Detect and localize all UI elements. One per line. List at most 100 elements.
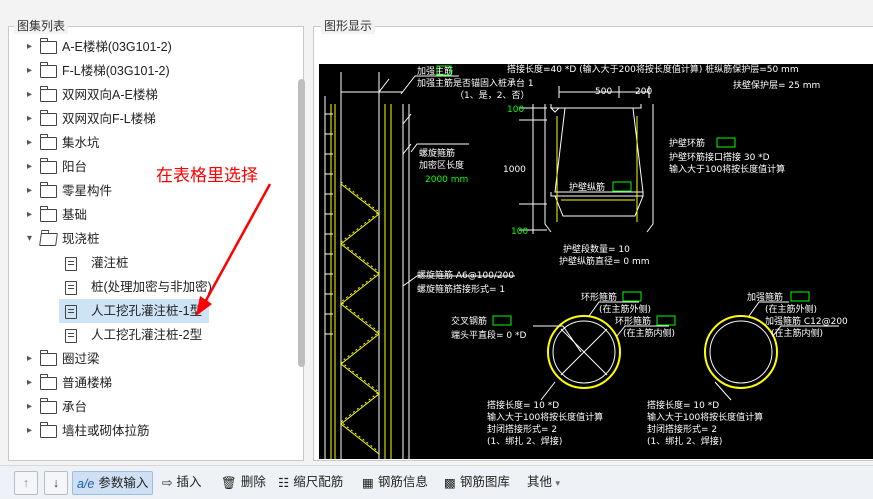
input-ring-inner[interactable] (656, 315, 676, 326)
text-cross-bar-end: 端头平直段= 0 *D (451, 329, 526, 341)
insert-button[interactable]: ⇨ 插入 (162, 471, 202, 493)
spiral-stirrup (330, 104, 392, 459)
tree-item-label: 基础 (62, 208, 88, 222)
chevron-right-icon[interactable]: ▸ (27, 395, 37, 419)
dim-100-top: 100 (507, 105, 524, 115)
folder-icon (39, 134, 57, 150)
chevron-down-icon[interactable]: ▾ (27, 227, 37, 251)
tree-item-label: 集水坑 (62, 136, 100, 150)
text-ring-inner-note: (在主筋内侧) (623, 327, 675, 339)
trash-icon: 🗑 (221, 475, 237, 490)
text-right-lap-note: 输入大于100将按长度值计算 (647, 411, 763, 423)
delete-button[interactable]: 🗑 删除 (221, 471, 266, 493)
scale-rebar-button[interactable]: ☷ 缩尺配筋 (278, 471, 343, 493)
dim-1000: 1000 (503, 165, 526, 175)
chevron-right-icon[interactable]: ▸ (27, 131, 37, 155)
tree-item[interactable]: ▸ A-E楼梯(03G101-2) (9, 35, 289, 59)
insert-label: 插入 (176, 475, 202, 489)
rebar-info-button[interactable]: ▦ 钢筋信息 (362, 471, 428, 493)
graphic-display-title: 图形显示 (321, 17, 376, 34)
tree-item-label: A-E楼梯(03G101-2) (62, 40, 172, 54)
text-wall-diameter: 护壁纵筋直径= 0 mm (559, 255, 650, 267)
folder-icon (39, 374, 57, 390)
pile-rebar-drawing[interactable]: 加强主筋 加强主筋是否锚固入桩承台 1 （1、是，2、否） 搭接长度=40 *D… (319, 64, 873, 459)
folder-icon (39, 62, 57, 78)
chevron-right-icon[interactable]: ▸ (27, 179, 37, 203)
text-cross-bar: 交叉钢筋 (451, 315, 487, 327)
tree-item[interactable]: ▸ 集水坑 (9, 131, 289, 155)
dim-500: 500 (595, 87, 612, 97)
folder-icon (39, 398, 57, 414)
folder-icon (39, 350, 57, 366)
param-input-label: 参数输入 (98, 476, 149, 490)
text-wall-cover: 扶壁保护层= 25 mm (733, 79, 820, 91)
text-wall-count: 护壁段数量= 10 (563, 243, 630, 255)
tree-item[interactable]: ▸ 双网双向A-E楼梯 (9, 83, 289, 107)
tree-item-label: 阳台 (62, 160, 88, 174)
chevron-right-icon[interactable]: ▸ (27, 347, 37, 371)
elevation-ticks (325, 78, 412, 459)
param-input-button[interactable]: a/e 参数输入 (72, 471, 154, 495)
tree-item[interactable]: ▸ F-L楼梯(03G101-2) (9, 59, 289, 83)
text-ring-inner: 环形箍筋 (615, 315, 651, 327)
text-wall-longitudinal: 护壁纵筋 (569, 181, 605, 193)
chevron-right-icon[interactable]: ▸ (27, 35, 37, 59)
chevron-down-icon: ▾ (555, 478, 561, 488)
input-wall-ring[interactable] (716, 137, 736, 148)
insert-icon: ⇨ (162, 475, 173, 490)
chevron-right-icon[interactable]: ▸ (27, 155, 37, 179)
tree-item-label: 承台 (62, 400, 88, 414)
other-label: 其他 (527, 475, 553, 489)
text-reinforce-inner: (在主筋内侧) (771, 327, 823, 339)
input-wall-longitudinal[interactable] (612, 181, 632, 192)
chevron-right-icon[interactable]: ▸ (27, 203, 37, 227)
text-wall-ring-note: 输入大于100将按长度值计算 (669, 163, 785, 175)
protective-wall-rebar (556, 116, 638, 222)
document-icon (65, 257, 77, 271)
move-down-button[interactable]: ↓ (44, 471, 68, 495)
input-ring-outer[interactable] (622, 291, 642, 302)
bottom-toolbar: ↑ ↓ a/e 参数输入 ⇨ 插入 🗑 删除 ☷ 缩尺配筋 ▦ 钢筋信息 ▩ 钢筋图库 其他… (0, 465, 873, 499)
pile-section-left (533, 315, 621, 389)
chevron-right-icon[interactable]: ▸ (27, 107, 37, 131)
other-dropdown[interactable]: 其他 ▾ (527, 471, 560, 493)
folder-icon (39, 110, 57, 126)
tree-item[interactable]: ▸ 双网双向F-L楼梯 (9, 107, 289, 131)
text-spiral: 螺旋箍筋 (419, 147, 455, 159)
text-left-close: 封闭搭接形式= 2 (487, 423, 557, 435)
folder-icon (39, 206, 57, 222)
scale-rebar-label: 缩尺配筋 (293, 475, 344, 489)
tree-item[interactable]: ▸ 墙柱或砌体拉筋 (9, 419, 289, 443)
input-cross-bar[interactable] (492, 315, 512, 326)
tree-item-label: 双网双向A-E楼梯 (62, 88, 158, 102)
tree-item-label: 普通楼梯 (62, 376, 113, 390)
text-right-close-legend: (1、绑扎 2、焊接) (647, 435, 722, 447)
rebar-library-button[interactable]: ▩ 钢筋图库 (444, 471, 510, 493)
protective-wall-section (519, 86, 654, 234)
tree-item-label: 墙柱或砌体拉筋 (62, 424, 150, 438)
move-up-button[interactable]: ↑ (14, 471, 38, 495)
tree-child-item[interactable]: 人工挖孔灌注桩-2型 (9, 323, 289, 347)
tree-item-label: 双网双向F-L楼梯 (62, 112, 156, 126)
tree-item[interactable]: ▸ 承台 (9, 395, 289, 419)
tree-item-label: F-L楼梯(03G101-2) (62, 64, 170, 78)
library-icon: ▩ (444, 475, 456, 490)
param-input-icon: a/e (77, 476, 95, 491)
text-wall-ring: 护壁环筋 (669, 137, 705, 149)
input-reinforce-stirrup[interactable] (790, 291, 810, 302)
tree-child-item-selected[interactable]: 人工挖孔灌注桩-1型 (59, 299, 209, 323)
chevron-right-icon[interactable]: ▸ (27, 59, 37, 83)
chevron-right-icon[interactable]: ▸ (27, 419, 37, 443)
document-icon (65, 305, 77, 319)
folder-icon (39, 422, 57, 438)
text-right-close: 封闭搭接形式= 2 (647, 423, 717, 435)
chevron-right-icon[interactable]: ▸ (27, 371, 37, 395)
text-reinforce-stirrup: 加强箍筋 (747, 291, 783, 303)
text-anchor-option: 加强主筋是否锚固入桩承台 1 (417, 77, 534, 89)
tree-scrollbar[interactable] (298, 79, 305, 367)
text-spiral-spec: 螺旋箍筋 A6@100/200 (417, 269, 514, 281)
text-ring-outer-note: (在主筋外侧) (599, 303, 651, 315)
tree-item[interactable]: ▸ 普通楼梯 (9, 371, 289, 395)
chevron-right-icon[interactable]: ▸ (27, 83, 37, 107)
tree-item[interactable]: ▸ 圈过梁 (9, 347, 289, 371)
